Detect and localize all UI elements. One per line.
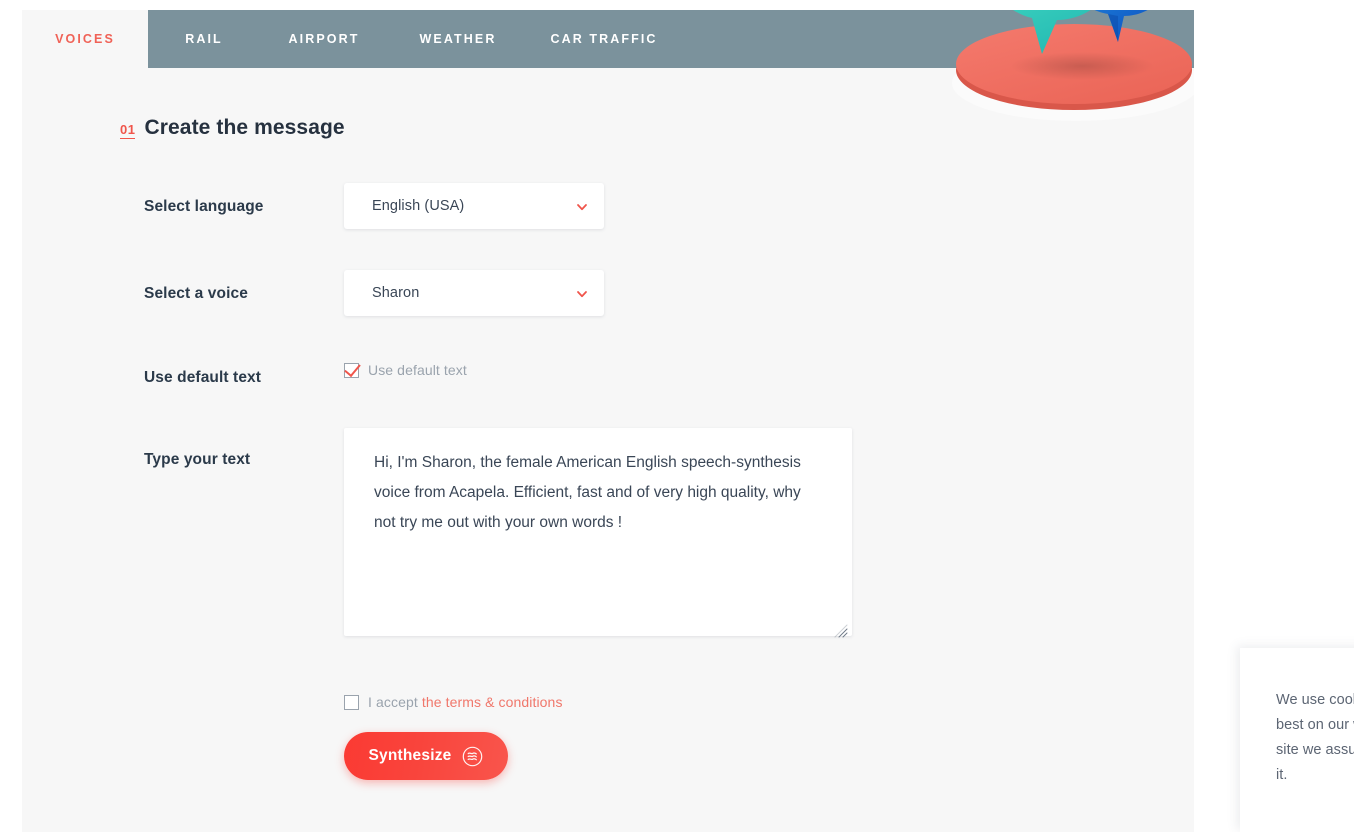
label-type-your-text: Type your text — [144, 451, 251, 468]
language-select[interactable]: English (USA) — [344, 183, 604, 229]
label-select-voice: Select a voice — [144, 285, 248, 302]
top-navigation: VOICES RAIL AIRPORT WEATHER CAR TRAFFIC — [22, 10, 1194, 121]
cookie-notice-text: We use cookies to give you the best on o… — [1276, 692, 1354, 783]
chevron-down-icon — [576, 200, 588, 212]
use-default-text-checkbox-label: Use default text — [368, 362, 467, 378]
nav-tab-list: VOICES RAIL AIRPORT WEATHER CAR TRAFFIC — [22, 10, 680, 68]
accept-terms-prefix: I accept — [368, 694, 422, 710]
language-select-value: English (USA) — [372, 198, 465, 214]
chevron-down-icon — [576, 287, 588, 299]
use-default-text-checkbox[interactable] — [344, 362, 359, 378]
synthesize-button-label: Synthesize — [368, 747, 452, 764]
page-shell: VOICES RAIL AIRPORT WEATHER CAR TRAFFIC … — [22, 10, 1194, 832]
voice-select-value: Sharon — [372, 285, 420, 301]
use-default-text-row[interactable]: Use default text — [344, 362, 467, 378]
label-use-default-text: Use default text — [144, 369, 262, 386]
sound-wave-icon — [462, 746, 483, 767]
terms-and-conditions-link[interactable]: the terms & conditions — [422, 694, 563, 710]
tab-weather[interactable]: WEATHER — [388, 10, 528, 68]
accept-terms-checkbox[interactable] — [344, 694, 359, 710]
page-title: Create the message — [144, 116, 345, 139]
section-heading: 01 Create the message — [120, 116, 345, 140]
step-number: 01 — [120, 122, 136, 139]
tab-rail[interactable]: RAIL — [148, 10, 260, 68]
accept-terms-row[interactable]: I accept the terms & conditions — [344, 694, 563, 710]
accept-terms-label: I accept the terms & conditions — [368, 694, 563, 710]
cookie-notice: We use cookies to give you the best on o… — [1240, 648, 1354, 832]
tab-airport[interactable]: AIRPORT — [260, 10, 388, 68]
message-textarea[interactable]: Hi, I'm Sharon, the female American Engl… — [344, 428, 852, 636]
tab-voices[interactable]: VOICES — [22, 10, 148, 68]
voice-select[interactable]: Sharon — [344, 270, 604, 316]
app-root: VOICES RAIL AIRPORT WEATHER CAR TRAFFIC … — [0, 0, 1354, 832]
tab-car-traffic[interactable]: CAR TRAFFIC — [528, 10, 680, 68]
label-select-language: Select language — [144, 198, 264, 215]
synthesize-button[interactable]: Synthesize — [344, 732, 508, 780]
